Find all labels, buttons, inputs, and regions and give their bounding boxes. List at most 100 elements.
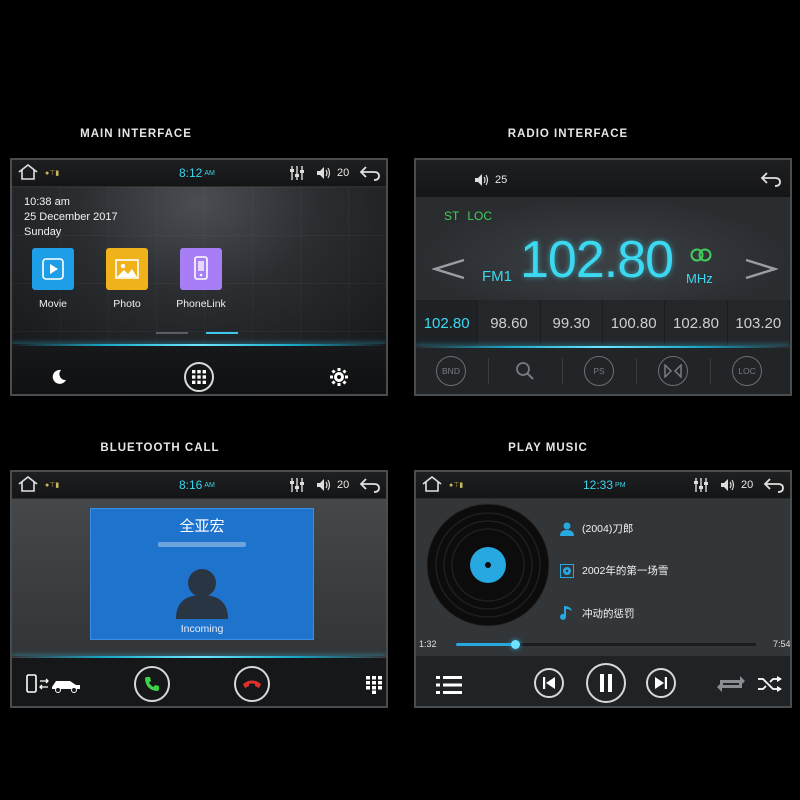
- dialpad-icon[interactable]: [366, 676, 382, 694]
- progress-track[interactable]: [456, 640, 756, 649]
- main-interface-screen: ●⊤▮ 8:12 AM 20 10:38 am 25 December 2017 …: [10, 158, 388, 396]
- notification-icons: ●⊤▮: [45, 482, 60, 489]
- divider: [710, 358, 711, 384]
- app-label: Photo: [113, 298, 141, 310]
- notification-icons: ●⊤▮: [449, 482, 464, 489]
- next-track-button[interactable]: [646, 668, 676, 698]
- volume-indicator[interactable]: 20: [720, 478, 753, 492]
- phone-link-icon: [194, 256, 208, 280]
- radio-flags: ST LOC: [444, 209, 492, 223]
- answer-call-button[interactable]: [134, 666, 170, 702]
- play-pause-button[interactable]: [586, 663, 626, 703]
- stereo-button[interactable]: [658, 356, 688, 386]
- radio-status-bar: 25: [416, 160, 790, 198]
- back-icon[interactable]: [359, 165, 381, 181]
- app-label: Movie: [38, 298, 67, 310]
- total-time: 7:54: [773, 639, 791, 649]
- skip-previous-icon: [543, 677, 555, 689]
- clock: 8:12 AM: [179, 166, 215, 180]
- volume-indicator[interactable]: 25: [474, 173, 507, 187]
- loc-flag: LOC: [467, 209, 493, 223]
- speaker-icon: [317, 479, 331, 491]
- preset-5[interactable]: 102.80: [665, 300, 728, 346]
- back-icon[interactable]: [760, 171, 782, 187]
- divider: [562, 358, 563, 384]
- speaker-icon: [317, 167, 331, 179]
- st-flag: ST: [444, 209, 460, 223]
- page-dot-1[interactable]: [156, 332, 188, 334]
- volume-indicator[interactable]: 20: [316, 478, 349, 492]
- shuffle-icon[interactable]: [758, 676, 782, 692]
- speaker-icon: [475, 174, 489, 186]
- elapsed-time: 1:32: [419, 639, 437, 649]
- clock: 8:16 AM: [179, 478, 215, 492]
- frequency-display: 102.80: [520, 231, 674, 289]
- caption-radio-interface: RADIO INTERFACE: [507, 128, 629, 140]
- reject-call-button[interactable]: [234, 666, 270, 702]
- caption-play-music: PLAY MUSIC: [508, 442, 588, 454]
- app-movie[interactable]: Movie: [20, 248, 86, 310]
- app-phonelink[interactable]: PhoneLink: [168, 248, 234, 310]
- status-bar: ●⊤▮ 8:12 AM 20: [12, 160, 386, 187]
- home-icon[interactable]: [17, 475, 39, 493]
- call-status: Incoming: [180, 623, 224, 635]
- search-button[interactable]: [510, 356, 540, 386]
- phonelink-tile[interactable]: [180, 248, 222, 290]
- page-dot-2[interactable]: [206, 332, 238, 334]
- preset-1[interactable]: 102.80: [416, 300, 479, 346]
- preset-6[interactable]: 103.20: [728, 300, 790, 346]
- stereo-indicator-icon: [690, 248, 712, 267]
- equalizer-icon[interactable]: [290, 477, 304, 493]
- play-music-screen: ●⊤▮ 12:33 PM 20 (2004)刀郎 2002年的第一场雪 冲动的惩罚…: [414, 470, 792, 708]
- progress-fill: [456, 643, 515, 646]
- seek-right-icon: [745, 258, 778, 280]
- photo-tile[interactable]: [106, 248, 148, 290]
- music-note-icon: [560, 606, 572, 620]
- equalizer-icon[interactable]: [290, 165, 304, 181]
- back-icon[interactable]: [359, 477, 381, 493]
- home-icon[interactable]: [17, 163, 39, 181]
- clock-time: 10:38 am: [24, 196, 70, 208]
- preset-3[interactable]: 99.30: [541, 300, 603, 346]
- pause-icon: [600, 674, 612, 692]
- seek-down-button[interactable]: [432, 258, 466, 280]
- weekday-text: Sunday: [24, 226, 62, 238]
- stereo-icon: [664, 364, 682, 378]
- app-drawer-button[interactable]: [184, 362, 214, 392]
- band-button[interactable]: BND: [436, 356, 466, 386]
- volume-indicator[interactable]: 20: [316, 166, 349, 180]
- phone-answer-icon: [145, 677, 159, 691]
- caller-number-blurred: [158, 542, 246, 547]
- seek-left-icon: [432, 258, 465, 280]
- loc-button[interactable]: LOC: [732, 356, 762, 386]
- preset-4[interactable]: 100.80: [603, 300, 666, 346]
- search-icon: [516, 362, 534, 380]
- app-photo[interactable]: Photo: [94, 248, 160, 310]
- title-row: 冲动的惩罚: [560, 605, 635, 621]
- back-icon[interactable]: [763, 477, 785, 493]
- notification-icons: ●⊤▮: [45, 170, 60, 177]
- settings-gear-icon[interactable]: [330, 368, 348, 386]
- equalizer-icon[interactable]: [694, 477, 708, 493]
- grid-icon: [192, 370, 206, 384]
- transfer-to-phone-icon[interactable]: [26, 674, 82, 694]
- home-icon[interactable]: [421, 475, 443, 493]
- date-widget: 10:38 am 25 December 2017 Sunday: [24, 195, 118, 240]
- status-bar: ●⊤▮ 8:16 AM 20: [12, 472, 386, 499]
- progress-thumb[interactable]: [510, 640, 520, 649]
- caption-bluetooth-call: BLUETOOTH CALL: [100, 442, 220, 454]
- date-text: 25 December 2017: [24, 211, 118, 223]
- previous-track-button[interactable]: [534, 668, 564, 698]
- movie-tile[interactable]: [32, 248, 74, 290]
- album-icon: [560, 563, 574, 578]
- playlist-icon[interactable]: [436, 676, 462, 694]
- seek-up-button[interactable]: [744, 258, 778, 280]
- caller-name: 全亚宏: [179, 518, 225, 535]
- skip-next-icon: [655, 677, 667, 689]
- repeat-icon[interactable]: [716, 674, 746, 694]
- night-mode-icon[interactable]: [50, 368, 68, 386]
- unit-label: MHz: [686, 271, 713, 286]
- preset-2[interactable]: 98.60: [478, 300, 541, 346]
- ps-button[interactable]: PS: [584, 356, 614, 386]
- vinyl-record-icon: [426, 503, 550, 627]
